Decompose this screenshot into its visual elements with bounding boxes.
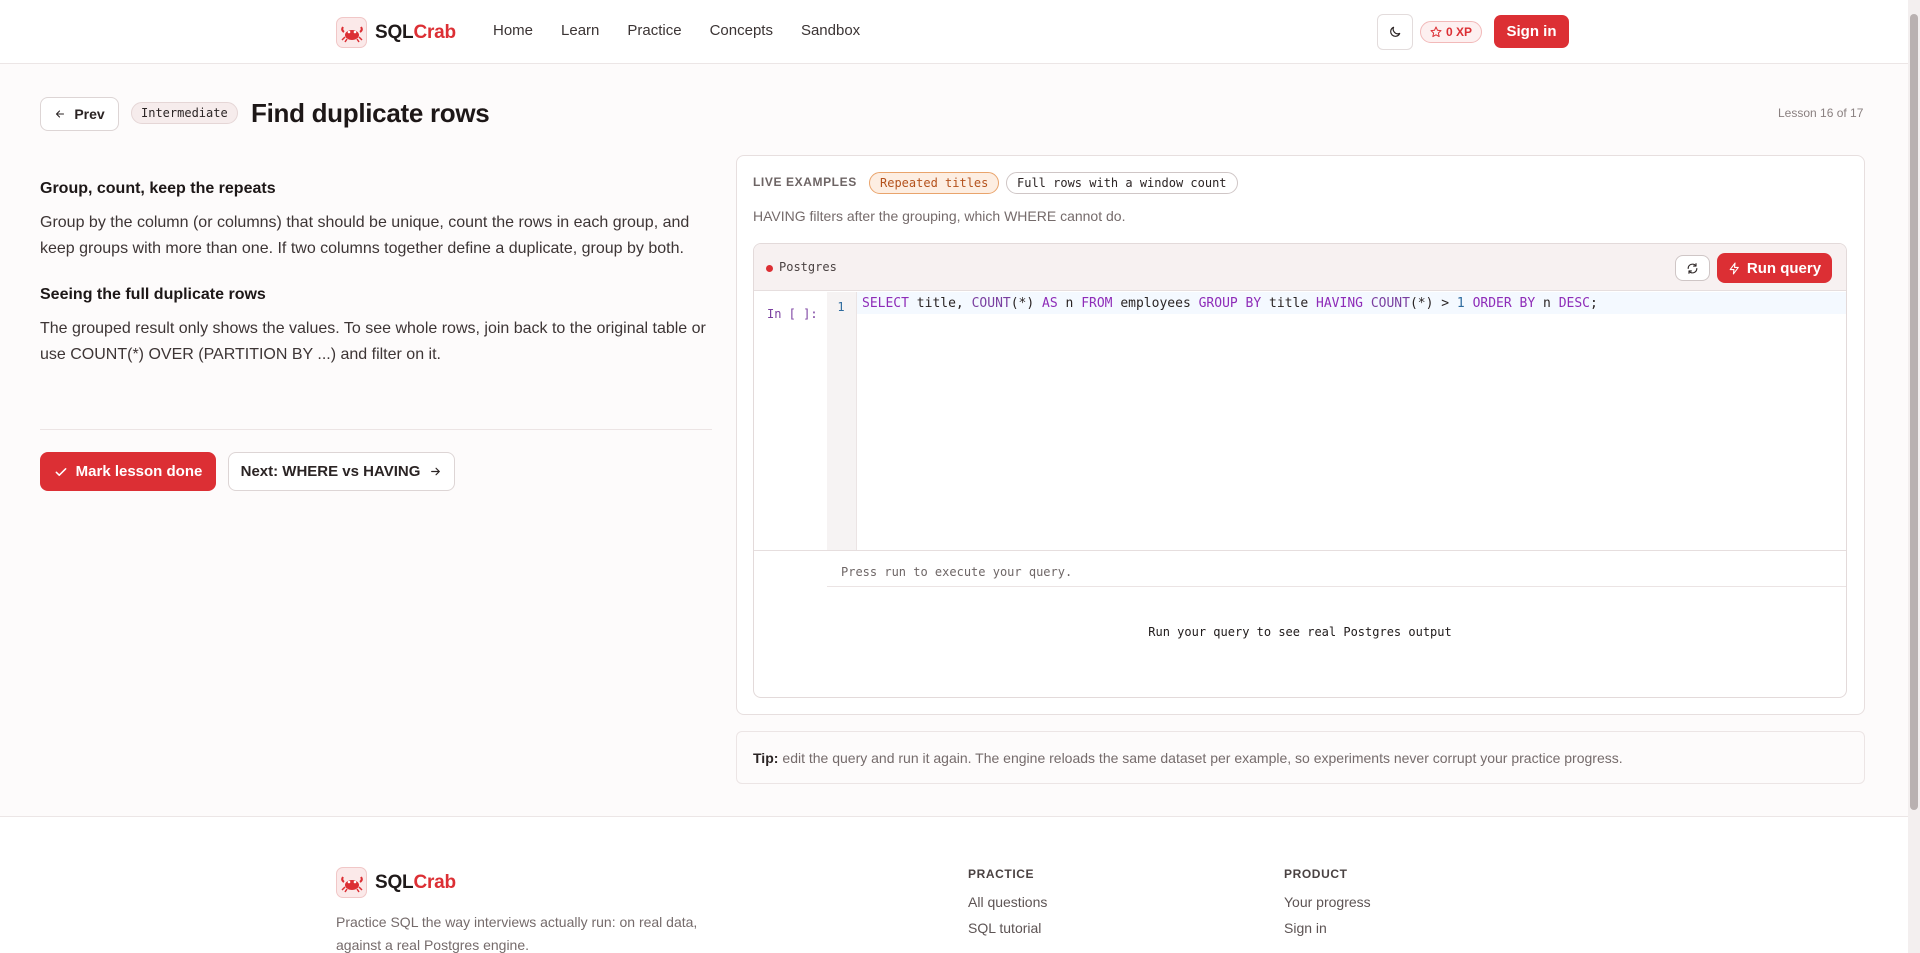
footer-column-product: PRODUCT Your progress Sign in	[1284, 867, 1371, 946]
tip-label: Tip:	[753, 749, 779, 766]
footer-link-your-progress[interactable]: Your progress	[1284, 894, 1371, 910]
live-examples-panel: LIVE EXAMPLES Repeated titles Full rows …	[736, 155, 1865, 715]
footer-heading: PRACTICE	[968, 867, 1035, 881]
main-nav: Home Learn Practice Concepts Sandbox	[493, 22, 860, 39]
footer-link-sign-in[interactable]: Sign in	[1284, 920, 1371, 936]
mark-done-label: Mark lesson done	[75, 463, 203, 480]
footer-link-sql-tutorial[interactable]: SQL tutorial	[968, 920, 1047, 936]
code-editor-text[interactable]: SELECT title, COUNT(*) AS n FROM employe…	[862, 296, 1598, 311]
next-label: Next: WHERE vs HAVING	[240, 463, 421, 480]
refresh-icon	[1687, 262, 1698, 274]
footer: SQLCrab Practice SQL the way interviews …	[0, 816, 1908, 953]
star-icon	[1430, 26, 1442, 38]
prev-lesson-button[interactable]: Prev	[40, 97, 119, 131]
footer-tagline: Practice SQL the way interviews actually…	[336, 914, 698, 953]
footer-column-practice: PRACTICE All questions SQL tutorial	[968, 867, 1047, 946]
reset-query-button[interactable]	[1675, 255, 1710, 281]
bolt-icon	[1729, 262, 1739, 274]
nav-home[interactable]: Home	[493, 22, 533, 39]
brand-logo[interactable]: SQLCrab	[336, 17, 456, 48]
engine-status-dot	[766, 265, 773, 272]
xp-count: 0 XP	[1446, 25, 1473, 39]
footer-brand-name: SQLCrab	[375, 871, 456, 893]
example-description: HAVING filters after the grouping, which…	[753, 208, 1126, 224]
engine-name: Postgres	[779, 260, 837, 274]
difficulty-badge: Intermediate	[131, 102, 238, 124]
next-lesson-button[interactable]: Next: WHERE vs HAVING	[228, 452, 455, 491]
mark-done-button[interactable]: Mark lesson done	[40, 452, 216, 491]
nav-sandbox[interactable]: Sandbox	[801, 22, 860, 39]
nav-practice[interactable]: Practice	[627, 22, 681, 39]
top-navbar: SQLCrab Home Learn Practice Concepts San…	[0, 0, 1908, 64]
arrow-left-icon	[56, 110, 65, 118]
line-number: 1	[837, 300, 845, 314]
output-empty-state: Run your query to see real Postgres outp…	[1148, 625, 1452, 639]
section-heading: Group, count, keep the repeats	[40, 180, 276, 197]
run-query-button[interactable]: Run query	[1717, 253, 1832, 283]
check-icon	[55, 467, 67, 476]
example-tab-repeated-titles[interactable]: Repeated titles	[869, 172, 1000, 194]
footer-heading: PRODUCT	[1284, 867, 1348, 881]
examples-label: LIVE EXAMPLES	[753, 175, 857, 189]
sign-in-button[interactable]: Sign in	[1494, 15, 1569, 48]
scrollbar-thumb[interactable]	[1910, 14, 1918, 810]
section-heading: Seeing the full duplicate rows	[40, 286, 266, 303]
example-tab-window-count[interactable]: Full rows with a window count	[1006, 172, 1238, 194]
theme-toggle-button[interactable]	[1377, 14, 1413, 50]
crab-icon	[336, 17, 367, 48]
section-body: The grouped result only shows the values…	[40, 320, 706, 363]
sql-editor: Postgres Run query In [ ]: 1 SELECT titl…	[753, 243, 1847, 698]
moon-icon	[1390, 26, 1401, 37]
content-divider	[40, 429, 712, 430]
prev-label: Prev	[74, 106, 105, 122]
arrow-right-icon	[431, 467, 441, 476]
lesson-progress: Lesson 16 of 17	[1778, 106, 1864, 120]
output-divider	[754, 550, 1846, 551]
section-body: Group by the column (or columns) that sh…	[40, 214, 690, 257]
nav-concepts[interactable]: Concepts	[710, 22, 773, 39]
run-query-label: Run query	[1746, 259, 1822, 277]
tip-box: Tip: edit the query and run it again. Th…	[736, 731, 1865, 784]
line-gutter: 1	[827, 292, 857, 550]
output-inner-divider	[827, 586, 1846, 587]
lesson-content: Group, count, keep the repeats Group by …	[40, 180, 712, 392]
footer-brand[interactable]: SQLCrab	[336, 867, 456, 898]
xp-badge[interactable]: 0 XP	[1420, 21, 1483, 43]
lesson-title: Find duplicate rows	[251, 98, 490, 128]
nav-learn[interactable]: Learn	[561, 22, 599, 39]
cell-prompt: In [ ]:	[767, 307, 818, 321]
brand-name: SQLCrab	[375, 21, 456, 43]
tip-text: edit the query and run it again. The eng…	[782, 749, 1623, 766]
output-hint: Press run to execute your query.	[841, 565, 1073, 579]
editor-toolbar: Postgres Run query	[754, 244, 1846, 291]
footer-link-all-questions[interactable]: All questions	[968, 894, 1047, 910]
crab-icon	[336, 867, 367, 898]
